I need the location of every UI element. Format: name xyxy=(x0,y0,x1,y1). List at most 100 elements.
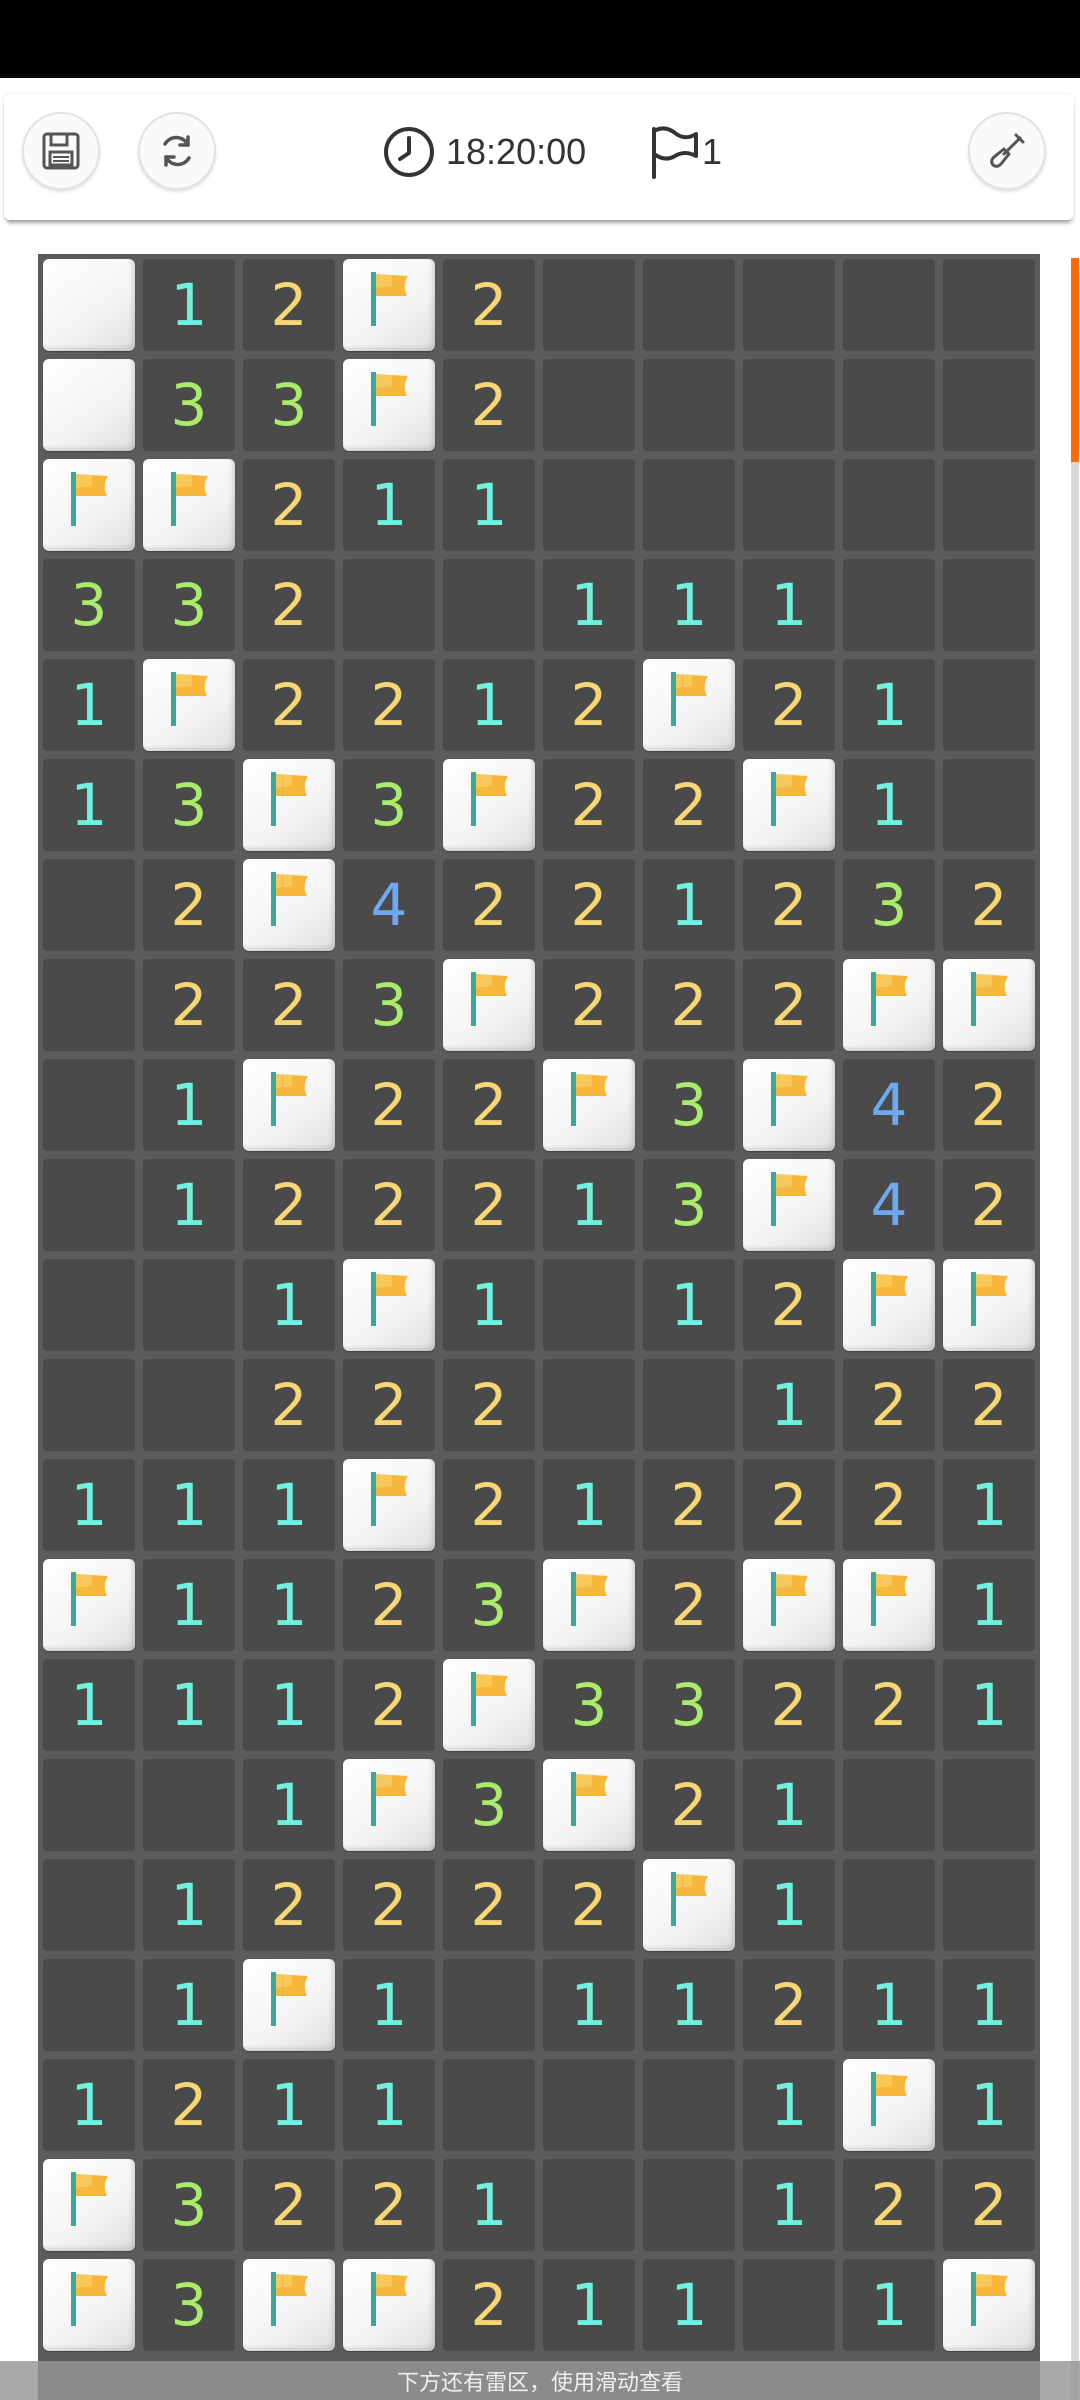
number-cell[interactable]: 3 xyxy=(643,1059,735,1151)
flagged-cell[interactable] xyxy=(743,1059,835,1151)
flagged-cell[interactable] xyxy=(243,1959,335,2051)
flagged-cell[interactable] xyxy=(843,1259,935,1351)
number-cell[interactable]: 1 xyxy=(743,2059,835,2151)
flagged-cell[interactable] xyxy=(743,759,835,851)
empty-cell[interactable] xyxy=(843,1759,935,1851)
empty-cell[interactable] xyxy=(943,559,1035,651)
number-cell[interactable]: 1 xyxy=(643,2259,735,2351)
empty-cell[interactable] xyxy=(843,559,935,651)
unrevealed-cell[interactable] xyxy=(43,359,135,451)
flagged-cell[interactable] xyxy=(43,1559,135,1651)
empty-cell[interactable] xyxy=(43,1859,135,1951)
number-cell[interactable]: 1 xyxy=(143,1859,235,1951)
number-cell[interactable]: 1 xyxy=(643,559,735,651)
number-cell[interactable]: 2 xyxy=(843,1459,935,1551)
number-cell[interactable]: 2 xyxy=(243,2159,335,2251)
number-cell[interactable]: 3 xyxy=(443,1759,535,1851)
flagged-cell[interactable] xyxy=(743,1159,835,1251)
number-cell[interactable]: 1 xyxy=(943,1459,1035,1551)
flagged-cell[interactable] xyxy=(743,1559,835,1651)
dig-tool-button[interactable] xyxy=(968,112,1046,190)
number-cell[interactable]: 1 xyxy=(243,1459,335,1551)
number-cell[interactable]: 2 xyxy=(843,1359,935,1451)
empty-cell[interactable] xyxy=(543,1359,635,1451)
number-cell[interactable]: 2 xyxy=(443,1359,535,1451)
flagged-cell[interactable] xyxy=(43,459,135,551)
empty-cell[interactable] xyxy=(743,259,835,351)
number-cell[interactable]: 2 xyxy=(443,1459,535,1551)
empty-cell[interactable] xyxy=(843,1859,935,1951)
number-cell[interactable]: 3 xyxy=(243,359,335,451)
empty-cell[interactable] xyxy=(543,2159,635,2251)
number-cell[interactable]: 1 xyxy=(143,259,235,351)
number-cell[interactable]: 1 xyxy=(743,2159,835,2251)
flagged-cell[interactable] xyxy=(843,959,935,1051)
flagged-cell[interactable] xyxy=(543,1759,635,1851)
number-cell[interactable]: 2 xyxy=(743,659,835,751)
empty-cell[interactable] xyxy=(443,1959,535,2051)
number-cell[interactable]: 1 xyxy=(543,1159,635,1251)
number-cell[interactable]: 1 xyxy=(243,2059,335,2151)
number-cell[interactable]: 2 xyxy=(643,1559,735,1651)
number-cell[interactable]: 1 xyxy=(543,1459,635,1551)
number-cell[interactable]: 2 xyxy=(643,759,735,851)
flagged-cell[interactable] xyxy=(343,1759,435,1851)
number-cell[interactable]: 1 xyxy=(443,2159,535,2251)
number-cell[interactable]: 2 xyxy=(443,2259,535,2351)
number-cell[interactable]: 3 xyxy=(843,859,935,951)
number-cell[interactable]: 1 xyxy=(143,1559,235,1651)
empty-cell[interactable] xyxy=(543,259,635,351)
flagged-cell[interactable] xyxy=(143,459,235,551)
empty-cell[interactable] xyxy=(543,2059,635,2151)
number-cell[interactable]: 4 xyxy=(843,1059,935,1151)
number-cell[interactable]: 3 xyxy=(643,1659,735,1751)
number-cell[interactable]: 2 xyxy=(543,659,635,751)
number-cell[interactable]: 3 xyxy=(443,1559,535,1651)
empty-cell[interactable] xyxy=(143,1259,235,1351)
number-cell[interactable]: 2 xyxy=(143,959,235,1051)
number-cell[interactable]: 3 xyxy=(343,959,435,1051)
number-cell[interactable]: 2 xyxy=(743,859,835,951)
empty-cell[interactable] xyxy=(643,2159,735,2251)
empty-cell[interactable] xyxy=(543,459,635,551)
flagged-cell[interactable] xyxy=(343,2259,435,2351)
number-cell[interactable]: 2 xyxy=(443,259,535,351)
number-cell[interactable]: 2 xyxy=(743,1659,835,1751)
number-cell[interactable]: 2 xyxy=(843,2159,935,2251)
flagged-cell[interactable] xyxy=(643,659,735,751)
number-cell[interactable]: 1 xyxy=(143,1659,235,1751)
number-cell[interactable]: 2 xyxy=(743,1259,835,1351)
flagged-cell[interactable] xyxy=(443,959,535,1051)
number-cell[interactable]: 1 xyxy=(643,1959,735,2051)
empty-cell[interactable] xyxy=(43,959,135,1051)
flagged-cell[interactable] xyxy=(343,259,435,351)
empty-cell[interactable] xyxy=(43,1259,135,1351)
empty-cell[interactable] xyxy=(843,459,935,551)
number-cell[interactable]: 4 xyxy=(843,1159,935,1251)
number-cell[interactable]: 1 xyxy=(943,1659,1035,1751)
empty-cell[interactable] xyxy=(943,1859,1035,1951)
flagged-cell[interactable] xyxy=(943,1259,1035,1351)
number-cell[interactable]: 3 xyxy=(143,359,235,451)
empty-cell[interactable] xyxy=(443,559,535,651)
number-cell[interactable]: 3 xyxy=(343,759,435,851)
number-cell[interactable]: 1 xyxy=(543,2259,635,2351)
empty-cell[interactable] xyxy=(943,1759,1035,1851)
number-cell[interactable]: 2 xyxy=(943,2159,1035,2251)
empty-cell[interactable] xyxy=(943,259,1035,351)
flagged-cell[interactable] xyxy=(243,759,335,851)
number-cell[interactable]: 2 xyxy=(843,1659,935,1751)
number-cell[interactable]: 2 xyxy=(243,559,335,651)
number-cell[interactable]: 1 xyxy=(43,759,135,851)
number-cell[interactable]: 2 xyxy=(443,859,535,951)
number-cell[interactable]: 2 xyxy=(343,1159,435,1251)
number-cell[interactable]: 2 xyxy=(543,959,635,1051)
number-cell[interactable]: 1 xyxy=(943,1559,1035,1651)
number-cell[interactable]: 3 xyxy=(143,759,235,851)
scrollbar-thumb[interactable] xyxy=(1071,258,1079,462)
empty-cell[interactable] xyxy=(443,2059,535,2151)
flagged-cell[interactable] xyxy=(443,759,535,851)
number-cell[interactable]: 1 xyxy=(743,559,835,651)
empty-cell[interactable] xyxy=(643,2059,735,2151)
number-cell[interactable]: 1 xyxy=(243,1759,335,1851)
